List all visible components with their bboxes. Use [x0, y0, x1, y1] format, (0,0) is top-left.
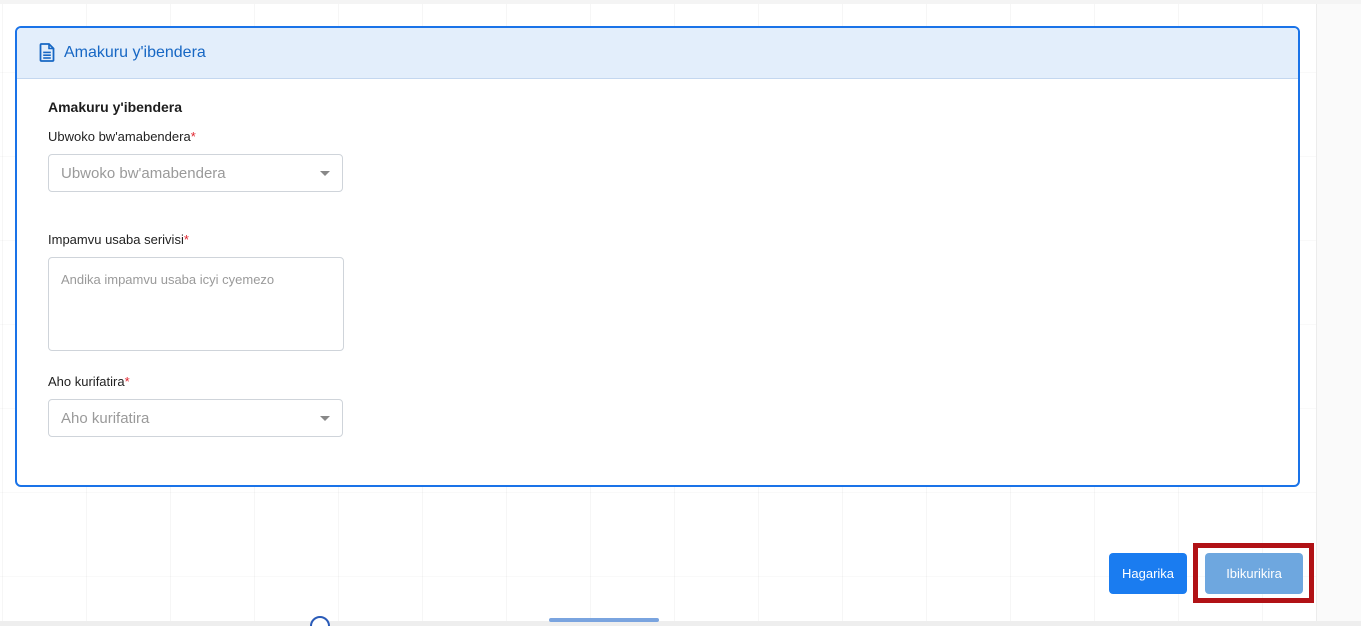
- card-header: Amakuru y'ibendera: [17, 28, 1298, 79]
- flag-type-label: Ubwoko bw'amabendera*: [48, 129, 1267, 144]
- caret-down-icon: [320, 415, 330, 421]
- flag-type-placeholder: Ubwoko bw'amabendera: [61, 164, 226, 182]
- required-mark: *: [183, 232, 189, 247]
- caret-down-icon: [320, 170, 330, 176]
- footer-link-clipped: [549, 614, 669, 622]
- service-reason-placeholder: Andika impamvu usaba icyi cyemezo: [61, 272, 275, 287]
- pickup-location-label-text: Aho kurifatira: [48, 374, 125, 389]
- top-bar: [0, 0, 1361, 4]
- section-title: Amakuru y'ibendera: [48, 99, 183, 115]
- required-mark: *: [124, 374, 130, 389]
- right-edge-strip: [1316, 0, 1361, 626]
- service-reason-textarea[interactable]: Andika impamvu usaba icyi cyemezo: [48, 257, 344, 351]
- pickup-location-placeholder: Aho kurifatira: [61, 409, 150, 427]
- pickup-location-field: Aho kurifatira* Aho kurifatira: [48, 374, 1267, 437]
- service-reason-field: Impamvu usaba serivisi* Andika impamvu u…: [48, 232, 1267, 351]
- flag-type-select[interactable]: Ubwoko bw'amabendera: [48, 154, 343, 192]
- card-body: Amakuru y'ibendera Ubwoko bw'amabendera*…: [17, 79, 1298, 437]
- flag-type-field: Ubwoko bw'amabendera* Ubwoko bw'amabende…: [48, 129, 1267, 192]
- service-reason-label: Impamvu usaba serivisi*: [48, 232, 1267, 247]
- service-reason-label-text: Impamvu usaba serivisi: [48, 232, 184, 247]
- card-header-title: Amakuru y'ibendera: [64, 44, 206, 61]
- flag-type-label-text: Ubwoko bw'amabendera: [48, 129, 191, 144]
- bottom-bar: [0, 621, 1361, 626]
- required-mark: *: [190, 129, 196, 144]
- next-button-highlight: [1193, 543, 1314, 603]
- cancel-button[interactable]: Hagarika: [1109, 553, 1187, 594]
- pickup-location-select[interactable]: Aho kurifatira: [48, 399, 343, 437]
- flag-info-card: Amakuru y'ibendera Amakuru y'ibendera Ub…: [15, 26, 1300, 487]
- pickup-location-label: Aho kurifatira*: [48, 374, 1267, 389]
- document-icon: [39, 43, 57, 63]
